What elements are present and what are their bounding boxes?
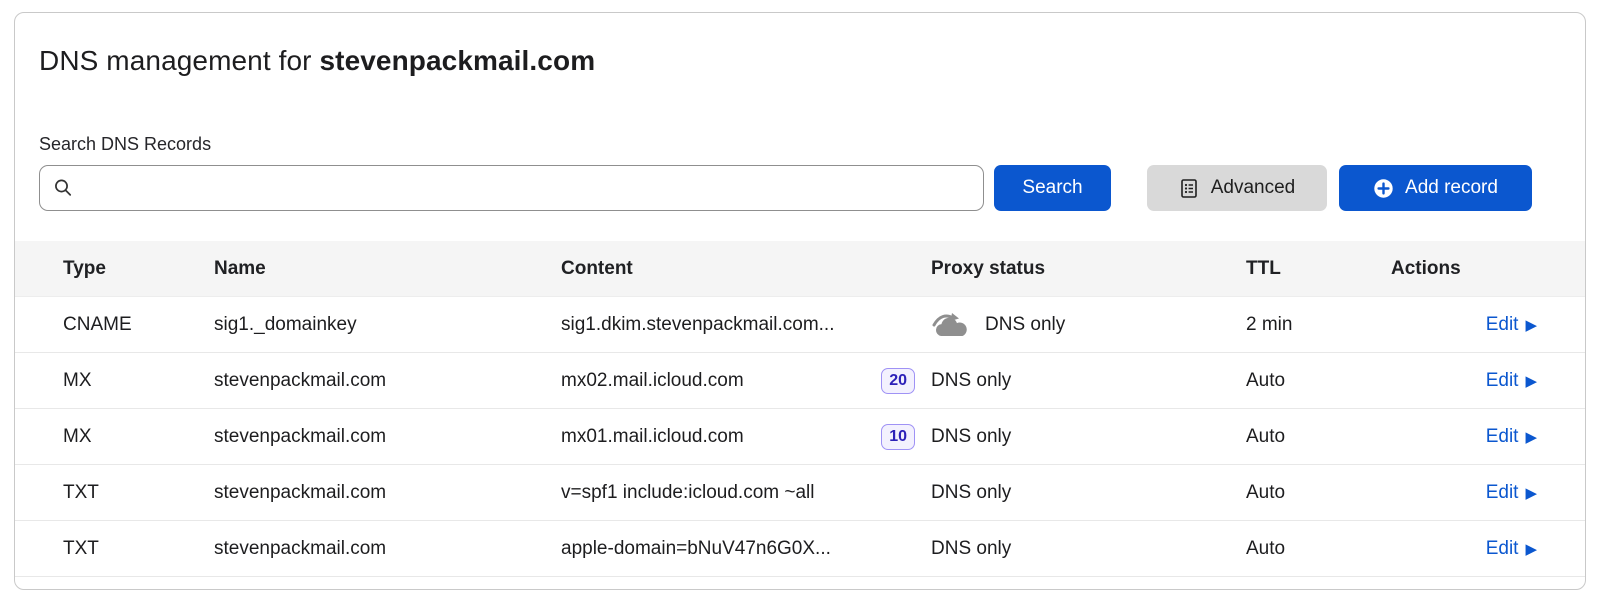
record-content: mx01.mail.icloud.com (561, 426, 744, 448)
add-record-button[interactable]: Add record (1339, 165, 1532, 211)
proxy-status-text: DNS only (931, 482, 1011, 504)
col-header-type: Type (63, 258, 214, 280)
record-ttl: 2 min (1246, 314, 1391, 336)
proxy-status-text: DNS only (931, 538, 1011, 560)
table-row: TXT stevenpackmail.com v=spf1 include:ic… (15, 465, 1585, 521)
plus-circle-icon (1373, 178, 1394, 199)
record-content-cell: v=spf1 include:icloud.com ~all (561, 482, 931, 504)
priority-badge: 20 (881, 368, 915, 394)
edit-button-label: Edit (1486, 482, 1519, 504)
record-content-cell: sig1.dkim.stevenpackmail.com... (561, 314, 931, 336)
edit-arrow-icon: ▶ (1525, 374, 1537, 389)
list-document-icon (1179, 178, 1199, 199)
edit-arrow-icon: ▶ (1525, 542, 1537, 557)
actions-cell: Edit ▶ (1391, 482, 1537, 504)
search-toolbar: Search Advanced Add record (39, 165, 1532, 211)
table-row: CNAME sig1._domainkey sig1.dkim.stevenpa… (15, 297, 1585, 353)
advanced-button-label: Advanced (1211, 177, 1296, 199)
edit-arrow-icon: ▶ (1525, 430, 1537, 445)
record-ttl: Auto (1246, 482, 1391, 504)
col-header-name: Name (214, 258, 561, 280)
record-name: stevenpackmail.com (214, 538, 561, 560)
record-ttl: Auto (1246, 538, 1391, 560)
edit-button-label: Edit (1486, 538, 1519, 560)
record-content-cell: mx01.mail.icloud.com 10 (561, 424, 931, 450)
actions-cell: Edit ▶ (1391, 370, 1537, 392)
col-header-proxy-status: Proxy status (931, 258, 1246, 280)
col-header-content: Content (561, 258, 931, 280)
record-content: apple-domain=bNuV47n6G0X... (561, 538, 831, 560)
record-type: TXT (63, 482, 214, 504)
record-content: mx02.mail.icloud.com (561, 370, 744, 392)
record-name: stevenpackmail.com (214, 426, 561, 448)
edit-button[interactable]: Edit ▶ (1486, 370, 1537, 392)
proxy-status-cell: DNS only (931, 370, 1246, 392)
edit-button-label: Edit (1486, 426, 1519, 448)
table-row: MX stevenpackmail.com mx02.mail.icloud.c… (15, 353, 1585, 409)
record-name: stevenpackmail.com (214, 370, 561, 392)
priority-badge: 10 (881, 424, 915, 450)
search-icon (52, 177, 74, 199)
proxy-status-cell: DNS only (931, 538, 1246, 560)
proxy-status-text: DNS only (931, 370, 1011, 392)
edit-button-label: Edit (1486, 370, 1519, 392)
table-row: MX stevenpackmail.com mx01.mail.icloud.c… (15, 409, 1585, 465)
edit-button[interactable]: Edit ▶ (1486, 482, 1537, 504)
add-record-button-label: Add record (1405, 177, 1498, 199)
record-content: sig1.dkim.stevenpackmail.com... (561, 314, 835, 336)
record-ttl: Auto (1246, 426, 1391, 448)
record-type: MX (63, 426, 214, 448)
record-content-cell: apple-domain=bNuV47n6G0X... (561, 538, 931, 560)
edit-button[interactable]: Edit ▶ (1486, 538, 1537, 560)
dns-management-card: DNS management for stevenpackmail.com Se… (14, 12, 1586, 590)
edit-arrow-icon: ▶ (1525, 486, 1537, 501)
edit-button-label: Edit (1486, 314, 1519, 336)
actions-cell: Edit ▶ (1391, 538, 1537, 560)
proxy-status-cell: DNS only (931, 426, 1246, 448)
search-box[interactable] (39, 165, 984, 211)
record-type: MX (63, 370, 214, 392)
col-header-actions: Actions (1391, 258, 1537, 280)
table-header-row: Type Name Content Proxy status TTL Actio… (15, 241, 1585, 297)
proxy-status-text: DNS only (985, 314, 1065, 336)
search-input[interactable] (82, 168, 971, 208)
proxy-status-cell: DNS only (931, 482, 1246, 504)
search-button[interactable]: Search (994, 165, 1111, 211)
record-content-cell: mx02.mail.icloud.com 20 (561, 368, 931, 394)
dns-only-cloud-icon (931, 310, 973, 339)
advanced-button[interactable]: Advanced (1147, 165, 1327, 211)
actions-cell: Edit ▶ (1391, 426, 1537, 448)
col-header-ttl: TTL (1246, 258, 1391, 280)
edit-arrow-icon: ▶ (1525, 318, 1537, 333)
proxy-status-text: DNS only (931, 426, 1011, 448)
dns-records-table: Type Name Content Proxy status TTL Actio… (15, 241, 1585, 577)
record-ttl: Auto (1246, 370, 1391, 392)
domain-name: stevenpackmail.com (319, 45, 595, 76)
table-body: CNAME sig1._domainkey sig1.dkim.stevenpa… (15, 297, 1585, 577)
edit-button[interactable]: Edit ▶ (1486, 426, 1537, 448)
table-row: TXT stevenpackmail.com apple-domain=bNuV… (15, 521, 1585, 577)
record-type: CNAME (63, 314, 214, 336)
search-label: Search DNS Records (39, 134, 211, 155)
record-type: TXT (63, 538, 214, 560)
record-name: sig1._domainkey (214, 314, 561, 336)
record-name: stevenpackmail.com (214, 482, 561, 504)
record-content: v=spf1 include:icloud.com ~all (561, 482, 814, 504)
actions-cell: Edit ▶ (1391, 314, 1537, 336)
edit-button[interactable]: Edit ▶ (1486, 314, 1537, 336)
proxy-status-cell: DNS only (931, 310, 1246, 339)
page-title: DNS management for stevenpackmail.com (39, 45, 595, 77)
page-title-prefix: DNS management for (39, 45, 319, 76)
